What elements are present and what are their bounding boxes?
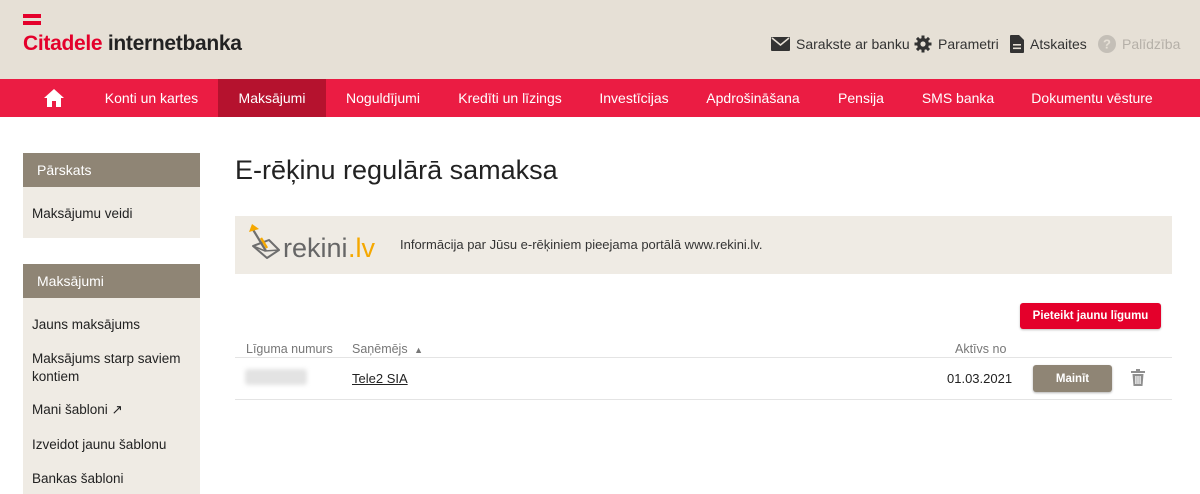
- sidebar-item-own-accounts-payment[interactable]: Maksājums starp saviem kontiem: [32, 350, 197, 386]
- new-contract-button[interactable]: Pieteikt jaunu līgumu: [1020, 303, 1161, 329]
- help-icon: ?: [1098, 35, 1116, 53]
- home-icon[interactable]: [44, 89, 64, 107]
- active-from-date: 01.03.2021: [947, 371, 1013, 386]
- nav-item-sms-bank[interactable]: SMS banka: [914, 79, 1002, 117]
- nav-item-document-history[interactable]: Dokumentu vēsture: [1021, 79, 1163, 117]
- column-header-recipient-label: Saņēmējs: [352, 342, 408, 356]
- envelope-icon: [771, 37, 790, 51]
- table-row-divider: [235, 399, 1172, 400]
- svg-text:.lv: .lv: [348, 233, 376, 263]
- envelope-arrow-icon: [249, 224, 280, 259]
- sidebar-payments-title: Maksājumi: [23, 264, 200, 298]
- top-header: Citadele internetbanka Sarakste ar banku…: [0, 0, 1200, 79]
- sidebar-item-new-payment[interactable]: Jauns maksājums: [32, 316, 197, 334]
- edit-button[interactable]: Mainīt: [1033, 365, 1112, 392]
- recipient-link[interactable]: Tele2 SIA: [352, 371, 408, 386]
- nav-item-accounts[interactable]: Konti un kartes: [95, 79, 208, 117]
- sidebar-item-bank-templates[interactable]: Bankas šabloni: [32, 470, 197, 488]
- logo-text: Citadele internetbanka: [23, 32, 242, 55]
- sidebar-overview: Pārskats Maksājumu veidi: [23, 153, 200, 238]
- contract-number-redacted: [245, 369, 307, 385]
- rekini-logo[interactable]: rekini .lv: [249, 224, 384, 268]
- trash-icon[interactable]: [1131, 369, 1145, 386]
- sidebar-item-payment-types[interactable]: Maksājumu veidi: [32, 205, 197, 223]
- svg-text:rekini: rekini: [283, 233, 348, 263]
- table-header-divider: [235, 357, 1172, 358]
- messages-link[interactable]: Sarakste ar banku: [771, 33, 910, 55]
- nav-item-pension[interactable]: Pensija: [830, 79, 892, 117]
- page-title: E-rēķinu regulārā samaksa: [235, 155, 558, 185]
- document-icon: [1010, 35, 1024, 53]
- sort-ascending-icon: ▲: [414, 345, 423, 355]
- nav-item-loans[interactable]: Kredīti un līzings: [450, 79, 570, 117]
- reports-label: Atskaites: [1030, 36, 1087, 52]
- messages-label: Sarakste ar banku: [796, 36, 910, 52]
- column-header-recipient[interactable]: Saņēmējs ▲: [352, 342, 423, 356]
- logo-mark-icon: [23, 14, 41, 28]
- main-nav: Konti un kartes Maksājumi Noguldījumi Kr…: [0, 79, 1200, 117]
- nav-item-investments[interactable]: Investīcijas: [590, 79, 678, 117]
- nav-item-deposits[interactable]: Noguldījumi: [337, 79, 429, 117]
- sidebar-payments: Maksājumi Jauns maksājums Maksājums star…: [23, 264, 200, 494]
- sidebar-item-create-template[interactable]: Izveidot jaunu šablonu: [32, 436, 197, 454]
- settings-label: Parametri: [938, 36, 999, 52]
- settings-link[interactable]: Parametri: [914, 33, 999, 55]
- help-label: Palīdzība: [1122, 36, 1181, 52]
- help-link[interactable]: ? Palīdzība: [1098, 33, 1180, 55]
- svg-text:?: ?: [1103, 37, 1111, 52]
- sidebar-overview-title: Pārskats: [23, 153, 200, 187]
- nav-item-insurance[interactable]: Apdrošināšana: [697, 79, 809, 117]
- nav-item-payments[interactable]: Maksājumi: [218, 79, 326, 117]
- column-header-contract-number[interactable]: Līguma numurs: [246, 342, 333, 356]
- sidebar-item-my-templates[interactable]: Mani šabloni ↗: [32, 401, 197, 419]
- column-header-active-from[interactable]: Aktīvs no: [955, 342, 1006, 356]
- rekini-info-banner: rekini .lv Informācija par Jūsu e-rēķini…: [235, 216, 1172, 274]
- banner-info-text: Informācija par Jūsu e-rēķiniem pieejama…: [400, 237, 763, 252]
- gear-icon: [914, 35, 932, 53]
- reports-link[interactable]: Atskaites: [1010, 33, 1087, 55]
